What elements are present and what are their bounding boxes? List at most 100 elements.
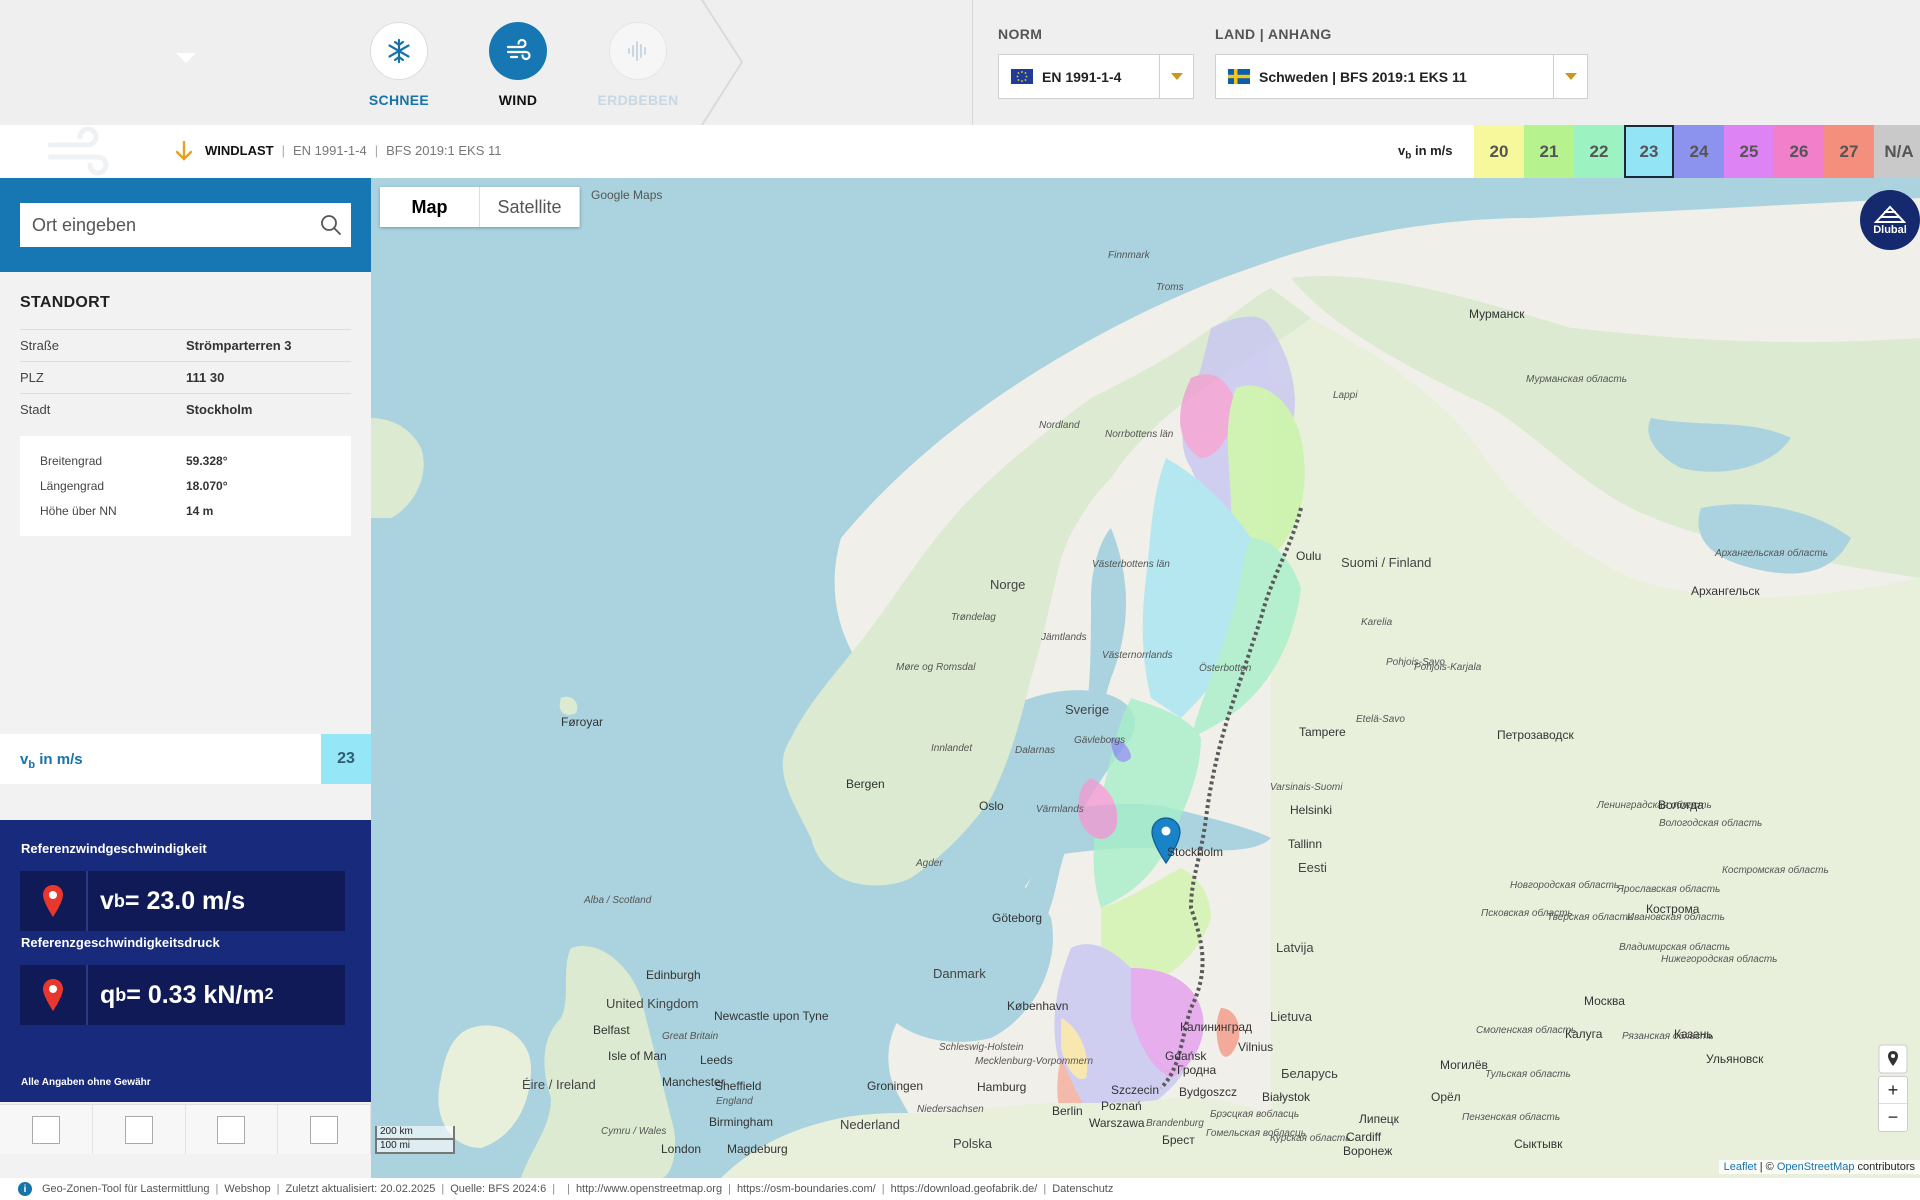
place-label: Lappi xyxy=(1333,390,1358,401)
search-icon[interactable] xyxy=(311,214,351,236)
zoom-out-button[interactable]: − xyxy=(1879,1104,1907,1131)
place-label: Polska xyxy=(953,1136,993,1151)
place-label: Калининград xyxy=(1180,1020,1253,1034)
legend-cell[interactable]: 26 xyxy=(1774,125,1824,178)
place-label: Great Britain xyxy=(662,1031,719,1042)
map-view[interactable]: Finnmark Troms Мурманск Мурманская область L… xyxy=(371,178,1920,1178)
hazard-snow[interactable]: SCHNEE xyxy=(349,22,449,108)
place-label: Курская область xyxy=(1270,1133,1351,1144)
broken-image-icon xyxy=(31,1115,60,1144)
footer-link[interactable]: Quelle: BFS 2024:6 xyxy=(450,1183,546,1195)
search-input[interactable] xyxy=(20,203,311,247)
place-label: Липецк xyxy=(1359,1112,1399,1126)
footer-link[interactable]: Webshop xyxy=(224,1183,270,1195)
land-caption: LAND | ANHANG xyxy=(1215,26,1332,42)
wind-zone-legend: 20 21 22 23 24 25 26 27 N/A xyxy=(1474,125,1920,178)
place-label: Вологодская область xyxy=(1659,818,1763,829)
place-label: Magdeburg xyxy=(727,1142,788,1156)
action-button-3[interactable] xyxy=(186,1105,279,1154)
zoom-in-button[interactable]: + xyxy=(1879,1077,1907,1104)
chevron-divider xyxy=(701,0,744,125)
load-type: WINDLAST xyxy=(205,143,274,158)
footer-link[interactable]: https://download.geofabrik.de/ xyxy=(891,1183,1038,1195)
action-button-1[interactable] xyxy=(0,1105,93,1154)
place-label: Tallinn xyxy=(1288,837,1323,851)
place-label: Dalarnas xyxy=(1015,745,1056,756)
place-label: Sheffield xyxy=(715,1079,762,1093)
hazard-earthquake-label: ERDBEBEN xyxy=(597,92,679,108)
vb-zone-row: vb in m/s 23 xyxy=(0,734,371,784)
place-label: Norge xyxy=(990,577,1026,592)
legend-cell[interactable]: 27 xyxy=(1824,125,1874,178)
dlubal-logo[interactable]: Dlubal xyxy=(1860,190,1920,250)
chevron-down-icon[interactable] xyxy=(1159,55,1193,98)
place-label: Ивановская область xyxy=(1627,912,1725,923)
legend-cell[interactable]: 20 xyxy=(1474,125,1524,178)
hazard-wind[interactable]: WIND xyxy=(468,22,568,108)
land-select[interactable]: Schweden | BFS 2019:1 EKS 11 xyxy=(1215,54,1588,99)
place-label: Москва xyxy=(1584,994,1625,1008)
legend-cell[interactable]: 24 xyxy=(1674,125,1724,178)
place-label: Oslo xyxy=(979,799,1004,813)
place-label: Sverige xyxy=(1065,702,1110,717)
locate-button[interactable] xyxy=(1878,1044,1908,1079)
action-button-4[interactable] xyxy=(278,1105,371,1154)
place-label: Göteborg xyxy=(992,911,1043,925)
place-label: Norrbottens län xyxy=(1105,429,1174,440)
place-label: Cymru / Wales xyxy=(601,1126,667,1137)
place-label: Alba / Scotland xyxy=(584,895,652,906)
legend-cell[interactable]: 22 xyxy=(1574,125,1624,178)
left-panel: STANDORT StraßeStrömparterren 3 PLZ111 3… xyxy=(0,178,371,1178)
footer-link[interactable]: Geo-Zonen-Tool für Lastermittlung xyxy=(42,1183,210,1195)
footer-link[interactable]: http://www.openstreetmap.org xyxy=(576,1183,722,1195)
snowflake-icon xyxy=(370,22,428,80)
search-box[interactable] xyxy=(20,203,351,247)
vb-label: vb in m/s xyxy=(20,751,83,771)
place-label: Västernorrlands xyxy=(1102,650,1173,661)
place-label: Mecklenburg-Vorpommern xyxy=(975,1056,1094,1067)
place-label: Беларусь xyxy=(1281,1066,1338,1081)
footer-link[interactable]: Zuletzt aktualisiert: 20.02.2025 xyxy=(286,1183,436,1195)
leaflet-link[interactable]: Leaflet xyxy=(1724,1161,1757,1173)
place-label: Тульская область xyxy=(1485,1069,1571,1080)
wind-watermark-icon xyxy=(48,126,109,176)
chevron-down-icon[interactable] xyxy=(1553,55,1587,98)
norm-value: EN 1991-1-4 xyxy=(1042,68,1122,85)
legend-cell[interactable]: 25 xyxy=(1724,125,1774,178)
sweden-flag-icon xyxy=(1228,69,1250,84)
place-label: Berlin xyxy=(1052,1104,1083,1118)
place-label: Groningen xyxy=(867,1079,924,1093)
search-area xyxy=(0,178,371,272)
tab-map[interactable]: Map xyxy=(380,187,480,227)
osm-link[interactable]: OpenStreetMap xyxy=(1777,1161,1855,1173)
place-label: Lietuva xyxy=(1270,1009,1312,1024)
place-label: Bergen xyxy=(846,777,885,791)
footer-links: Geo-Zonen-Tool für Lastermittlung | Websho… xyxy=(42,1183,1113,1195)
place-label: Österbotten xyxy=(1199,663,1252,674)
footer-link[interactable]: Datenschutz xyxy=(1052,1183,1113,1195)
footer-separator: | xyxy=(728,1183,731,1195)
footer-link[interactable]: https://osm-boundaries.com/ xyxy=(737,1183,876,1195)
map-attribution: Leaflet | © OpenStreetMap contributors xyxy=(1718,1160,1920,1174)
place-label: Belfast xyxy=(593,1023,630,1037)
hazard-earthquake[interactable]: ERDBEBEN xyxy=(588,22,688,108)
norm-select[interactable]: EN 1991-1-4 xyxy=(998,54,1194,99)
place-label: Брэсцкая вобласць xyxy=(1210,1109,1300,1120)
coordinates-box: Breitengrad 59.328° Längengrad 18.070° Höh… xyxy=(20,436,351,536)
place-label: København xyxy=(1007,999,1069,1013)
legend-cell[interactable]: N/A xyxy=(1874,125,1920,178)
place-label: Eesti xyxy=(1298,860,1327,875)
place-label: Nordland xyxy=(1039,420,1080,431)
broken-image-icon xyxy=(217,1115,246,1144)
place-label: Вологда xyxy=(1658,798,1704,812)
footer-separator: | xyxy=(552,1183,556,1195)
legend-cell[interactable]: 21 xyxy=(1524,125,1574,178)
legend-cell[interactable]: 23 xyxy=(1624,125,1674,178)
address-row-postcode: PLZ 111 30 xyxy=(20,361,351,393)
place-label: Vilnius xyxy=(1238,1040,1274,1054)
footer-separator: | xyxy=(441,1183,445,1195)
action-button-2[interactable] xyxy=(93,1105,186,1154)
place-label: Oulu xyxy=(1296,549,1322,563)
tab-satellite[interactable]: Satellite xyxy=(480,187,580,227)
disclaimer: Alle Angaben ohne Gewähr xyxy=(21,1077,151,1088)
